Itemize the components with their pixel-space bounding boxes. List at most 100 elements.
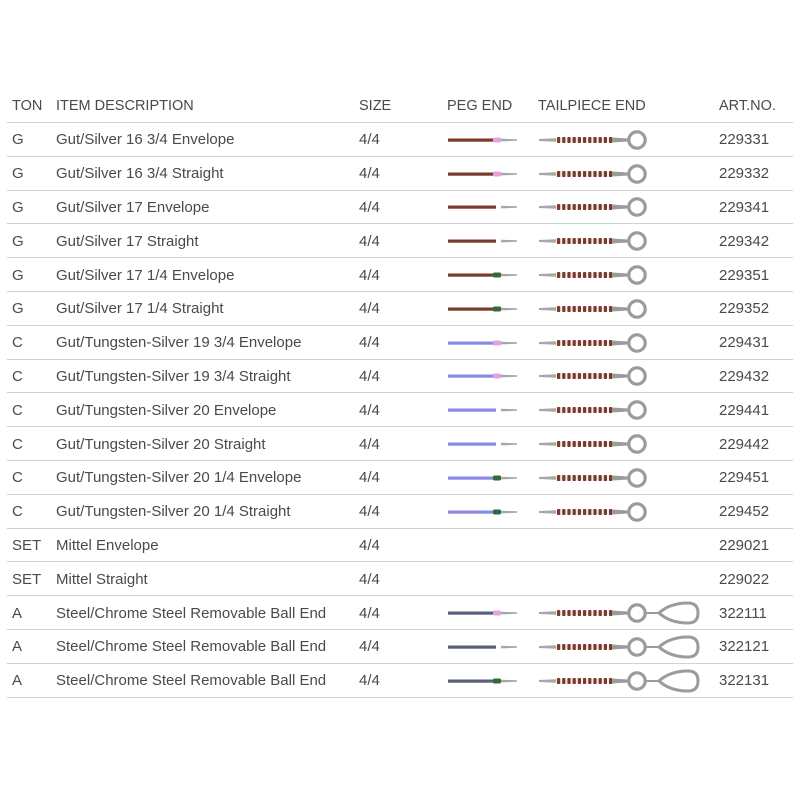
cell-peg-end <box>447 674 538 688</box>
tailpiece-loop-ball-end-icon <box>539 635 700 659</box>
cell-art-no: 229442 <box>719 435 770 453</box>
cell-tailpiece-end <box>538 329 719 357</box>
cell-ton: G <box>12 165 24 183</box>
cell-ton: C <box>12 503 23 521</box>
tailpiece-loop-end-icon <box>539 501 647 522</box>
cell-size: 4/4 <box>359 536 380 554</box>
table-row: G Gut/Silver 17 1/4 Straight 4/4 229352 <box>7 292 793 326</box>
cell-description: Steel/Chrome Steel Removable Ball End <box>56 638 327 656</box>
table-body: G Gut/Silver 16 3/4 Envelope 4/4 229331 G Gut… <box>7 123 793 698</box>
cell-description: Mittel Envelope <box>56 536 159 554</box>
cell-peg-end <box>447 234 538 248</box>
cell-art-no: 229342 <box>719 232 770 250</box>
cell-peg-end <box>447 133 538 147</box>
cell-peg-end <box>447 640 538 654</box>
tailpiece-loop-end-icon <box>539 130 647 150</box>
cell-art-no: 229352 <box>719 300 770 318</box>
table-row: G Gut/Silver 16 3/4 Envelope 4/4 229331 <box>7 123 793 157</box>
cell-peg-end <box>447 505 538 519</box>
cell-ton: SET <box>12 570 42 588</box>
cell-peg-end <box>447 437 538 451</box>
peg-end-string-icon <box>448 137 517 143</box>
cell-size: 4/4 <box>359 435 380 453</box>
table-row: C Gut/Tungsten-Silver 19 3/4 Straight 4/4 2… <box>7 360 793 394</box>
tailpiece-loop-ball-end-icon <box>539 669 700 693</box>
cell-ton: C <box>12 469 23 487</box>
peg-end-string-icon <box>448 442 517 446</box>
cell-art-no: 229341 <box>719 198 770 216</box>
cell-art-no: 229021 <box>719 536 770 554</box>
cell-ton: A <box>12 638 23 656</box>
cell-ton: G <box>12 232 24 250</box>
cell-size: 4/4 <box>359 198 380 216</box>
table-row: SET Mittel Straight 4/4 229022 <box>7 562 793 596</box>
table-row: SET Mittel Envelope 4/4 229021 <box>7 529 793 563</box>
cell-description: Gut/Tungsten-Silver 20 Straight <box>56 435 266 453</box>
cell-tailpiece-end <box>538 193 719 221</box>
cell-ton: G <box>12 198 24 216</box>
header-tailpiece-end: TAILPIECE END <box>538 98 646 114</box>
cell-peg-end <box>447 302 538 316</box>
peg-end-string-icon <box>448 509 517 515</box>
table-row: C Gut/Tungsten-Silver 20 1/4 Straight 4/4 2… <box>7 495 793 529</box>
peg-end-string-icon <box>448 645 517 649</box>
cell-art-no: 322121 <box>719 638 770 656</box>
cell-description: Gut/Tungsten-Silver 19 3/4 Straight <box>56 367 291 385</box>
cell-peg-end <box>447 403 538 417</box>
cell-ton: A <box>12 604 23 622</box>
cell-art-no: 229331 <box>719 131 770 149</box>
cell-art-no: 322111 <box>719 604 767 622</box>
cell-size: 4/4 <box>359 401 380 419</box>
tailpiece-loop-end-icon <box>539 265 647 285</box>
peg-end-string-icon <box>448 272 517 278</box>
cell-tailpiece-end <box>538 362 719 390</box>
cell-tailpiece-end <box>538 261 719 289</box>
tailpiece-loop-end-icon <box>539 197 647 218</box>
peg-end-string-icon <box>448 408 517 412</box>
cell-peg-end <box>447 167 538 181</box>
cell-tailpiece-end <box>538 160 719 188</box>
peg-end-string-icon <box>448 610 517 616</box>
cell-tailpiece-end <box>538 633 719 661</box>
cell-ton: G <box>12 131 24 149</box>
cell-tailpiece-end <box>538 667 719 695</box>
tailpiece-loop-end-icon <box>539 231 647 252</box>
header-art-no: ART.NO. <box>719 98 776 114</box>
cell-peg-end <box>447 268 538 282</box>
cell-ton: C <box>12 435 23 453</box>
cell-description: Gut/Silver 17 Envelope <box>56 198 210 216</box>
peg-end-string-icon <box>448 340 517 346</box>
cell-art-no: 229441 <box>719 401 770 419</box>
cell-art-no: 229432 <box>719 367 770 385</box>
cell-peg-end <box>447 606 538 620</box>
cell-tailpiece-end <box>538 498 719 526</box>
cell-description: Gut/Tungsten-Silver 20 Envelope <box>56 401 277 419</box>
cell-description: Gut/Tungsten-Silver 19 3/4 Envelope <box>56 334 302 352</box>
table-header: TON ITEM DESCRIPTION SIZE PEG END TAILPI… <box>7 89 793 123</box>
cell-art-no: 229022 <box>719 570 770 588</box>
tailpiece-loop-end-icon <box>539 468 647 488</box>
cell-size: 4/4 <box>359 232 380 250</box>
cell-description: Gut/Silver 16 3/4 Envelope <box>56 131 235 149</box>
cell-art-no: 229451 <box>719 469 770 487</box>
tailpiece-loop-ball-end-icon <box>539 601 700 625</box>
peg-end-string-icon <box>448 171 517 177</box>
cell-ton: C <box>12 334 23 352</box>
cell-ton: SET <box>12 536 42 554</box>
cell-peg-end <box>447 369 538 383</box>
cell-size: 4/4 <box>359 266 380 284</box>
table-row: G Gut/Silver 17 Straight 4/4 229342 <box>7 224 793 258</box>
cell-tailpiece-end <box>538 295 719 323</box>
cell-ton: C <box>12 401 23 419</box>
table-row: A Steel/Chrome Steel Removable Ball End 4/… <box>7 664 793 698</box>
cell-peg-end <box>447 336 538 350</box>
header-description: ITEM DESCRIPTION <box>56 98 194 114</box>
cell-description: Mittel Straight <box>56 570 148 588</box>
tailpiece-loop-end-icon <box>539 434 647 454</box>
peg-end-string-icon <box>448 373 517 379</box>
cell-tailpiece-end <box>538 126 719 154</box>
table-row: G Gut/Silver 17 Envelope 4/4 229341 <box>7 191 793 225</box>
tailpiece-loop-end-icon <box>539 299 647 319</box>
cell-size: 4/4 <box>359 503 380 521</box>
cell-tailpiece-end <box>538 599 719 627</box>
